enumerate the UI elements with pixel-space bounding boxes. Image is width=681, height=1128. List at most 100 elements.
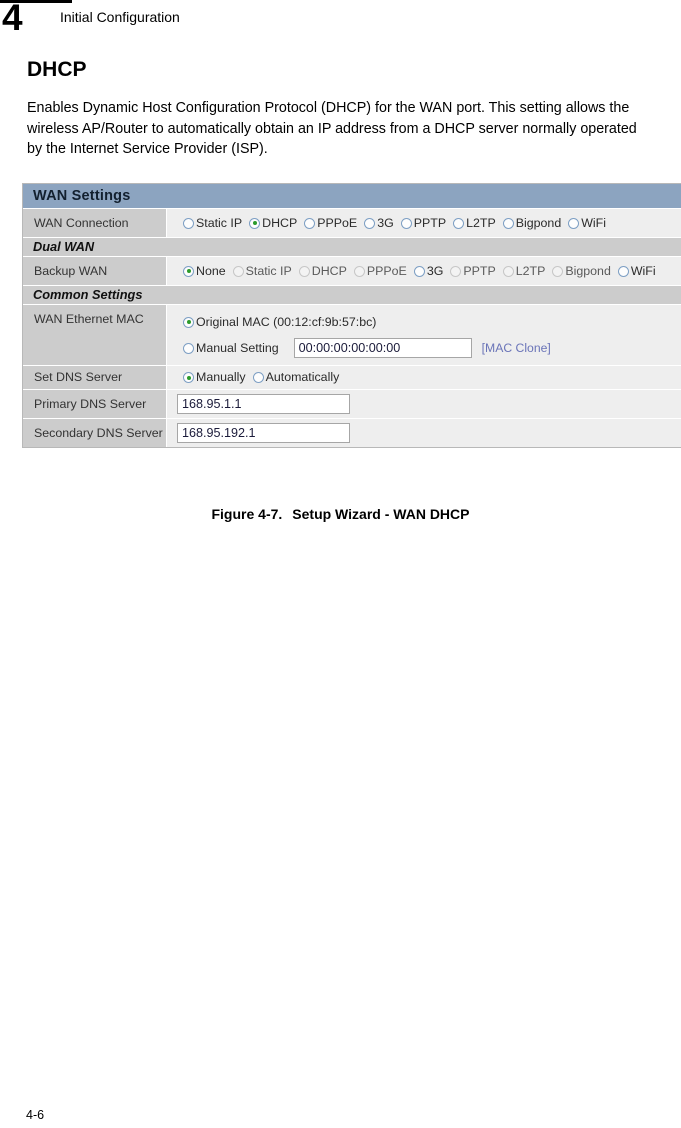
- row-label-backup-wan: Backup WAN: [23, 257, 167, 285]
- primary-dns-value-cell: [167, 390, 681, 418]
- footer-page-number: 4-6: [26, 1108, 45, 1122]
- row-primary-dns-server: Primary DNS Server: [23, 390, 681, 419]
- page-header: 4 Initial Configuration: [0, 0, 681, 42]
- wan-ethernet-mac-controls: Original MAC (00:12:cf:9b:57:bc) Manual …: [167, 305, 681, 365]
- secondary-dns-value-cell: [167, 419, 681, 447]
- radio-label-wan-connection-pptp: PPTP: [413, 215, 447, 230]
- radio-label-backup-wan-wifi: WiFi: [630, 263, 656, 278]
- radio-label-backup-wan-none: None: [196, 263, 226, 278]
- radio-label-wan-connection-3g: 3G: [377, 215, 394, 230]
- radio-indicator-backup-wan-pptp: [450, 265, 462, 277]
- radio-indicator-backup-wan-l2tp: [502, 265, 514, 277]
- radio-set-dns-manually[interactable]: Manually: [183, 368, 246, 387]
- row-label-secondary-dns-server: Secondary DNS Server: [23, 419, 167, 447]
- radio-label-backup-wan-bigpond: Bigpond: [565, 263, 611, 278]
- page-title: DHCP: [27, 58, 87, 81]
- radio-label-backup-wan-pptp: PPTP: [463, 263, 496, 278]
- row-label-wan-connection: WAN Connection: [23, 209, 167, 237]
- figure-caption-label: Figure 4-7.: [211, 506, 283, 522]
- body-paragraph: Enables Dynamic Host Configuration Proto…: [27, 100, 637, 157]
- radio-backup-wan-none[interactable]: None: [183, 262, 226, 281]
- row-wan-connection: WAN Connection Static IP DHCP PPPoE 3G PPTP L…: [23, 209, 681, 238]
- figure-caption: Figure 4-7. Setup Wizard - WAN DHCP: [0, 506, 681, 522]
- secondary-dns-input[interactable]: [177, 423, 350, 443]
- radio-wan-connection-bigpond[interactable]: Bigpond: [502, 214, 562, 233]
- radio-indicator-backup-wan-pppoe: [353, 265, 365, 277]
- radio-label-wan-connection-dhcp: DHCP: [262, 215, 298, 230]
- row-label-set-dns-server: Set DNS Server: [23, 366, 167, 389]
- radio-wan-connection-wifi[interactable]: WiFi: [568, 214, 606, 233]
- radio-original-mac[interactable]: Original MAC (00:12:cf:9b:57:bc): [183, 313, 376, 332]
- radio-indicator-set-dns-automatically[interactable]: [252, 372, 264, 383]
- manual-mac-line: Manual Setting [MAC Clone]: [183, 337, 681, 359]
- row-secondary-dns-server: Secondary DNS Server: [23, 419, 681, 448]
- radio-indicator-set-dns-manually[interactable]: [183, 372, 194, 383]
- mac-clone-link[interactable]: [MAC Clone]: [482, 341, 551, 355]
- radio-label-original-mac: Original MAC (00:12:cf:9b:57:bc): [196, 314, 377, 329]
- radio-indicator-backup-wan-bigpond: [552, 265, 564, 277]
- radio-label-backup-wan-static-ip: Static IP: [245, 263, 292, 278]
- radio-indicator-manual-setting[interactable]: [183, 342, 194, 354]
- manual-mac-input[interactable]: [293, 338, 472, 358]
- primary-dns-input[interactable]: [177, 394, 350, 414]
- radio-label-backup-wan-pppoe: PPPoE: [366, 263, 407, 278]
- radio-indicator-backup-wan-3g[interactable]: [413, 265, 425, 277]
- radio-backup-wan-pppoe: PPPoE: [353, 262, 407, 281]
- radio-indicator-wan-connection-pppoe[interactable]: [304, 217, 316, 229]
- radio-wan-connection-pppoe[interactable]: PPPoE: [304, 214, 357, 233]
- radio-indicator-backup-wan-static-ip: [232, 265, 244, 277]
- original-mac-line: Original MAC (00:12:cf:9b:57:bc): [183, 311, 681, 333]
- radio-label-set-dns-automatically: Automatically: [265, 370, 340, 384]
- radio-label-backup-wan-3g: 3G: [426, 263, 444, 278]
- radio-label-set-dns-manually: Manually: [196, 370, 246, 384]
- radio-label-backup-wan-l2tp: L2TP: [515, 263, 546, 278]
- radio-backup-wan-3g[interactable]: 3G: [413, 262, 444, 281]
- radio-group-wan-connection[interactable]: Static IP DHCP PPPoE 3G PPTP L2TP Bigpond WiFi: [167, 209, 681, 237]
- radio-label-backup-wan-dhcp: DHCP: [311, 263, 347, 278]
- radio-wan-connection-static-ip[interactable]: Static IP: [183, 214, 242, 233]
- radio-backup-wan-dhcp: DHCP: [298, 262, 347, 281]
- radio-indicator-wan-connection-wifi[interactable]: [568, 217, 580, 229]
- radio-backup-wan-wifi[interactable]: WiFi: [617, 262, 656, 281]
- radio-label-wan-connection-static-ip: Static IP: [196, 215, 243, 230]
- figure-caption-text: Setup Wizard - WAN DHCP: [292, 506, 470, 522]
- radio-backup-wan-pptp: PPTP: [450, 262, 496, 281]
- radio-indicator-wan-connection-3g[interactable]: [364, 217, 376, 229]
- radio-indicator-wan-connection-dhcp[interactable]: [249, 217, 261, 229]
- radio-backup-wan-static-ip: Static IP: [232, 262, 292, 281]
- radio-indicator-backup-wan-wifi[interactable]: [617, 265, 629, 277]
- radio-indicator-backup-wan-dhcp: [298, 265, 310, 277]
- row-wan-ethernet-mac: WAN Ethernet MAC Original MAC (00:12:cf:…: [23, 305, 681, 366]
- radio-backup-wan-l2tp: L2TP: [502, 262, 546, 281]
- radio-label-manual-setting: Manual Setting: [196, 340, 279, 355]
- radio-label-wan-connection-bigpond: Bigpond: [515, 215, 562, 230]
- radio-group-backup-wan[interactable]: None Static IP DHCP PPPoE 3G PPTP L2TP Bigpond W…: [167, 257, 681, 285]
- panel-title: WAN Settings: [23, 184, 681, 209]
- section-bar-dual-wan: Dual WAN: [23, 238, 681, 257]
- radio-set-dns-automatically[interactable]: Automatically: [252, 368, 340, 387]
- radio-manual-setting[interactable]: Manual Setting: [183, 339, 279, 358]
- radio-group-set-dns-server[interactable]: Manually Automatically: [167, 366, 681, 389]
- radio-indicator-original-mac[interactable]: [183, 316, 194, 328]
- radio-label-wan-connection-pppoe: PPPoE: [317, 215, 358, 230]
- wan-settings-panel: WAN Settings WAN Connection Static IP DHC…: [22, 183, 681, 448]
- row-label-primary-dns-server: Primary DNS Server: [23, 390, 167, 418]
- radio-indicator-wan-connection-pptp[interactable]: [400, 217, 412, 229]
- radio-wan-connection-dhcp[interactable]: DHCP: [249, 214, 297, 233]
- radio-indicator-wan-connection-static-ip[interactable]: [183, 217, 194, 229]
- radio-wan-connection-3g[interactable]: 3G: [364, 214, 394, 233]
- row-backup-wan: Backup WAN None Static IP DHCP PPPoE 3G PPTP L…: [23, 257, 681, 286]
- radio-label-wan-connection-l2tp: L2TP: [466, 215, 496, 230]
- section-bar-common-settings: Common Settings: [23, 286, 681, 305]
- chapter-number: 4: [2, 0, 23, 38]
- radio-wan-connection-l2tp[interactable]: L2TP: [453, 214, 496, 233]
- radio-label-wan-connection-wifi: WiFi: [581, 215, 606, 230]
- radio-wan-connection-pptp[interactable]: PPTP: [400, 214, 447, 233]
- radio-backup-wan-bigpond: Bigpond: [552, 262, 611, 281]
- radio-indicator-wan-connection-l2tp[interactable]: [453, 217, 465, 229]
- row-label-wan-ethernet-mac: WAN Ethernet MAC: [23, 305, 167, 365]
- chapter-title: Initial Configuration: [60, 9, 180, 25]
- row-set-dns-server: Set DNS Server Manually Automatically: [23, 366, 681, 390]
- radio-indicator-wan-connection-bigpond[interactable]: [502, 217, 514, 229]
- radio-indicator-backup-wan-none[interactable]: [183, 265, 194, 277]
